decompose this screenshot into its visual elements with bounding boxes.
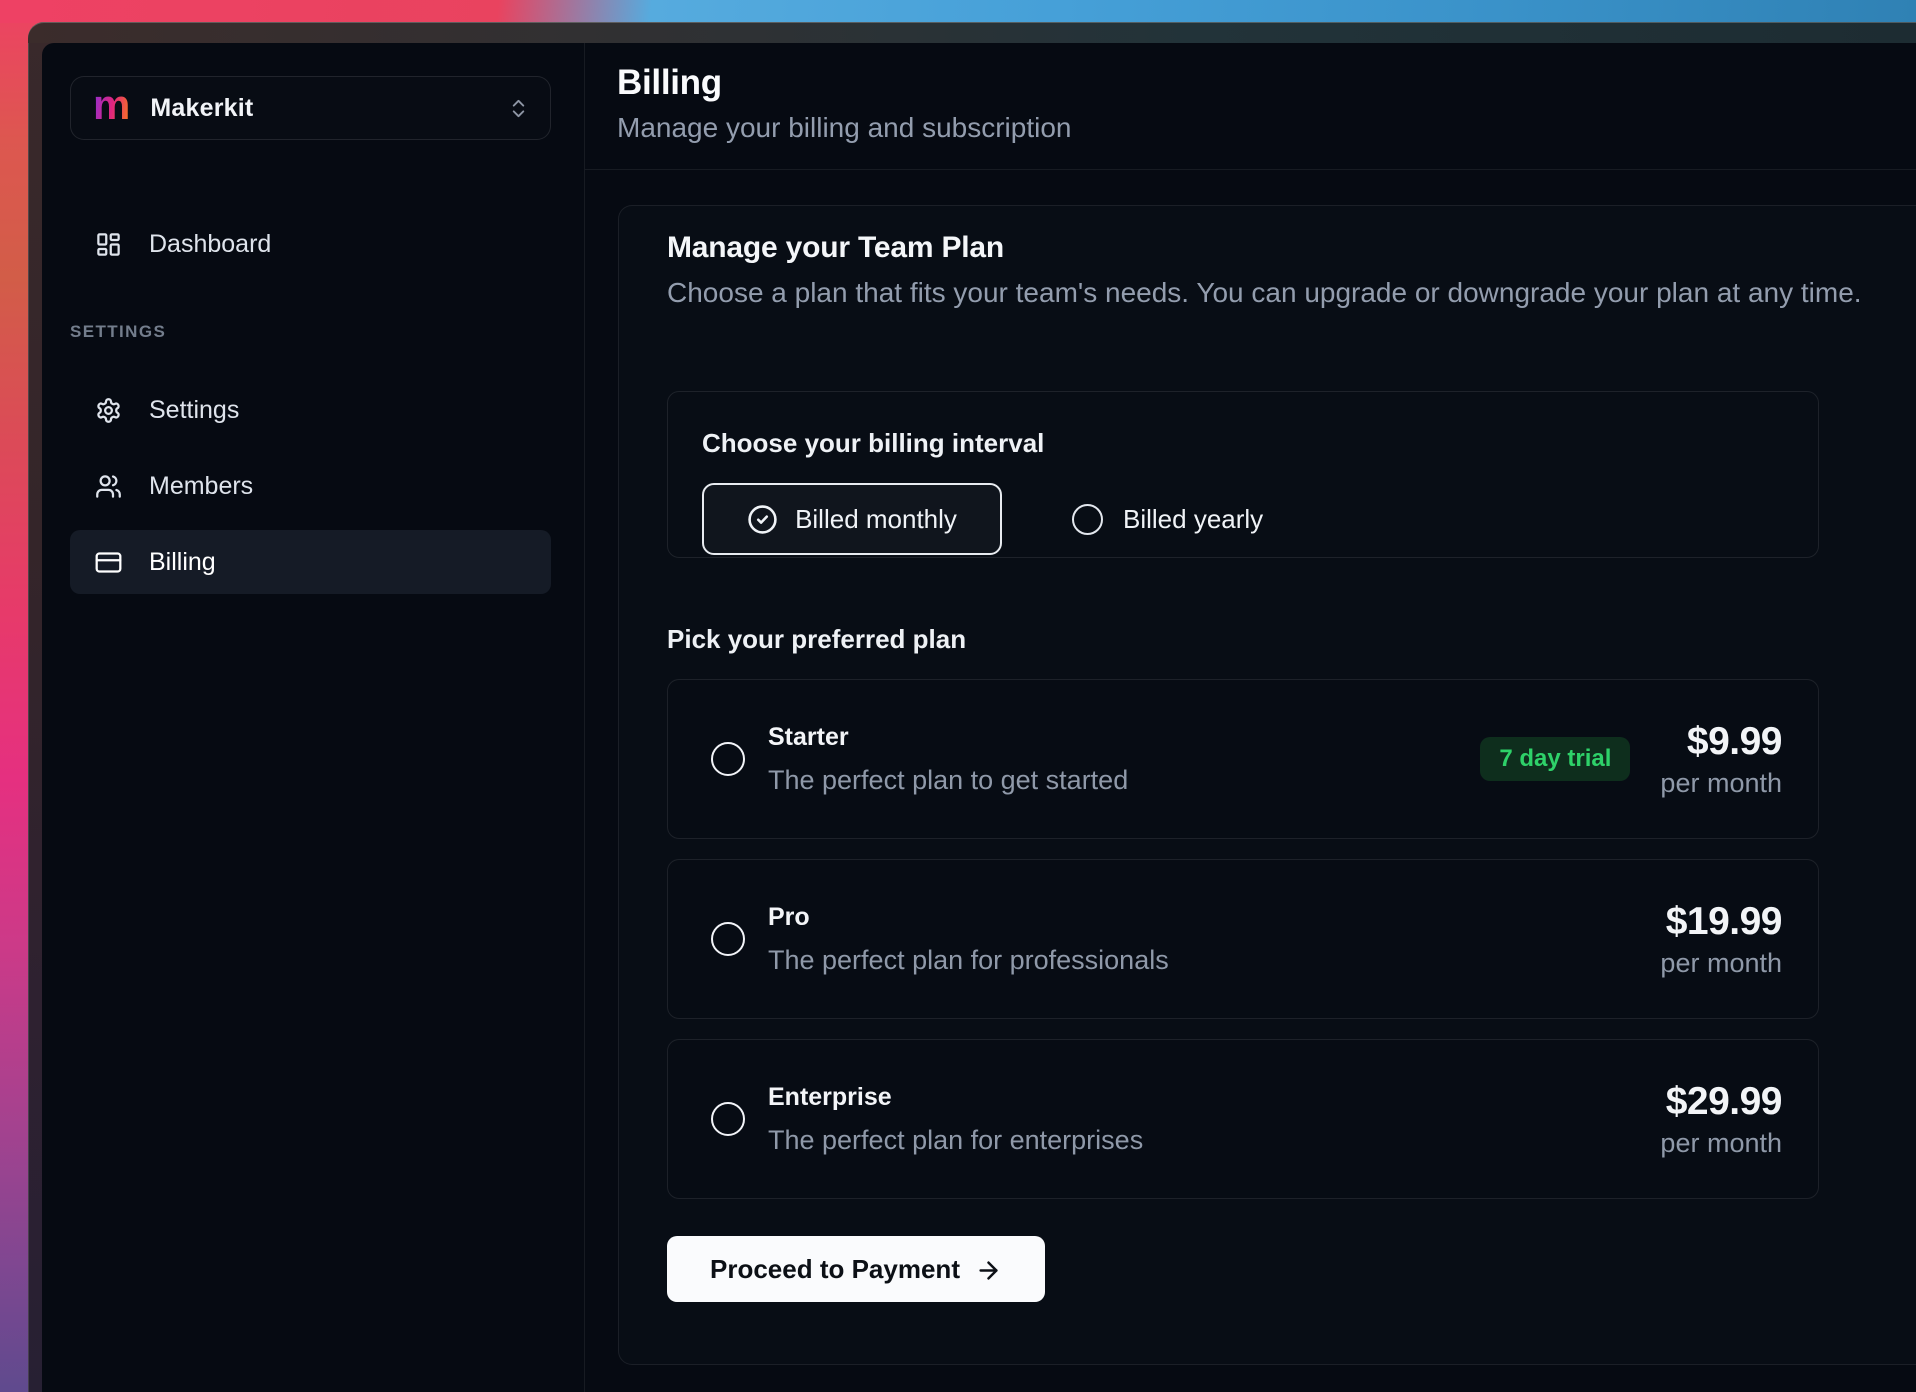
interval-option-label: Billed yearly [1123,504,1263,535]
plan-row-starter[interactable]: Starter The perfect plan to get started … [667,679,1819,839]
plan-text: Enterprise The perfect plan for enterpri… [768,1083,1143,1156]
users-icon [95,473,122,500]
sidebar-item-label: Members [149,472,253,501]
plan-right: $29.99 per month [1660,1080,1782,1159]
interval-option-label: Billed monthly [795,504,957,535]
plan-price: $9.99 [1660,720,1782,764]
check-circle-icon [747,504,778,535]
plan-cadence: per month [1660,768,1782,799]
trial-badge: 7 day trial [1480,737,1630,781]
gear-icon [95,397,122,424]
billing-interval-label: Choose your billing interval [702,428,1786,459]
plan-description: The perfect plan for professionals [768,945,1169,976]
sidebar-item-settings[interactable]: Settings [70,378,551,442]
radio-circle-icon[interactable] [711,1102,745,1136]
credit-card-icon [95,549,122,576]
app-content: m Makerkit Dashboard SETTINGS [42,43,1916,1392]
billing-interval-box: Choose your billing interval Billed mont… [667,391,1819,558]
plan-price-block: $9.99 per month [1660,720,1782,799]
plan-name: Pro [768,903,1169,932]
chevrons-up-down-icon [507,97,530,120]
plan-cadence: per month [1660,948,1782,979]
plan-name: Enterprise [768,1083,1143,1112]
plan-price: $29.99 [1660,1080,1782,1124]
plan-name: Starter [768,723,1128,752]
sidebar-item-label: Billing [149,548,216,577]
plan-price-block: $19.99 per month [1660,900,1782,979]
desktop-wallpaper [0,0,1916,23]
proceed-to-payment-button[interactable]: Proceed to Payment [667,1236,1045,1302]
page-title: Billing [617,63,1916,103]
plan-right: 7 day trial $9.99 per month [1480,720,1782,799]
plan-row-enterprise[interactable]: Enterprise The perfect plan for enterpri… [667,1039,1819,1199]
makerkit-logo-icon: m [93,89,130,121]
main-area: Billing Manage your billing and subscrip… [585,43,1916,1392]
plan-description: The perfect plan for enterprises [768,1125,1143,1156]
app-window: m Makerkit Dashboard SETTINGS [28,22,1916,1392]
plan-right: $19.99 per month [1660,900,1782,979]
interval-option-monthly[interactable]: Billed monthly [702,483,1002,555]
team-plan-card: Manage your Team Plan Choose a plan that… [618,205,1916,1365]
sidebar-item-label: Dashboard [149,230,271,259]
card-title: Manage your Team Plan [667,231,1916,265]
plan-list: Starter The perfect plan to get started … [667,679,1819,1199]
cta-label: Proceed to Payment [710,1254,960,1285]
dashboard-icon [95,231,122,258]
sidebar-item-dashboard[interactable]: Dashboard [70,212,551,276]
plan-price: $19.99 [1660,900,1782,944]
plan-row-pro[interactable]: Pro The perfect plan for professionals $… [667,859,1819,1019]
interval-option-yearly[interactable]: Billed yearly [1072,504,1263,535]
sidebar-nav: Dashboard SETTINGS Settings M [70,212,556,594]
radio-circle-icon[interactable] [711,742,745,776]
workspace-selector[interactable]: m Makerkit [70,76,551,140]
sidebar: m Makerkit Dashboard SETTINGS [42,43,585,1392]
plan-picker-label: Pick your preferred plan [667,624,1916,655]
billing-interval-options: Billed monthly Billed yearly [702,483,1786,555]
workspace-name: Makerkit [150,94,253,123]
plan-text: Pro The perfect plan for professionals [768,903,1169,976]
plan-price-block: $29.99 per month [1660,1080,1782,1159]
plan-text: Starter The perfect plan to get started [768,723,1128,796]
radio-circle-icon[interactable] [711,922,745,956]
card-subtitle: Choose a plan that fits your team's need… [667,277,1916,309]
window-titlebar[interactable] [28,22,1916,43]
plan-description: The perfect plan to get started [768,765,1128,796]
page-subtitle: Manage your billing and subscription [617,112,1916,144]
sidebar-item-members[interactable]: Members [70,454,551,518]
sidebar-section-settings: SETTINGS [70,322,556,342]
sidebar-item-label: Settings [149,396,239,425]
plan-cadence: per month [1660,1128,1782,1159]
radio-circle-icon[interactable] [1072,504,1103,535]
page-header: Billing Manage your billing and subscrip… [585,43,1916,170]
sidebar-item-billing[interactable]: Billing [70,530,551,594]
arrow-right-icon [975,1257,1002,1284]
